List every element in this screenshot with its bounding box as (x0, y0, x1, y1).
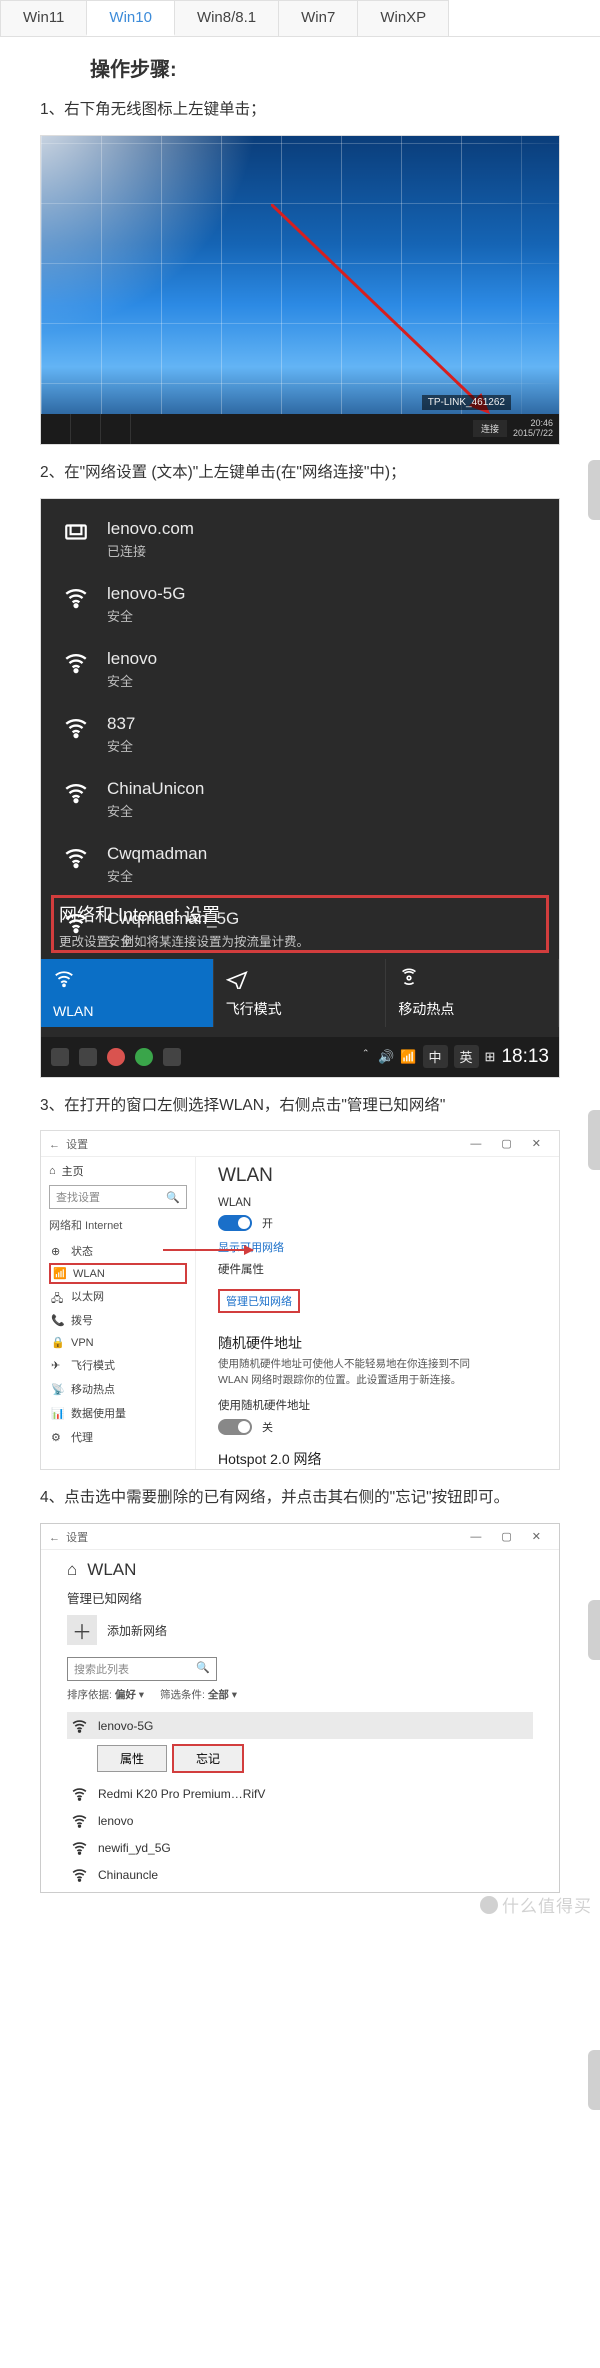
settings-home[interactable]: ⌂ 主页 (49, 1163, 187, 1179)
side-item-8[interactable]: ⚙代理 (49, 1425, 187, 1449)
side-icon: 📡 (51, 1383, 64, 1396)
tab-win10[interactable]: Win10 (86, 0, 175, 36)
figure-1-desktop: TP-LINK_461262 连接 20:46 2015/7/22 (40, 135, 560, 445)
side-item-3[interactable]: 📞拨号 (49, 1308, 187, 1332)
wifi-icon (63, 649, 89, 675)
wifi-icon (63, 844, 89, 870)
link-manage-known-networks[interactable]: 管理已知网络 (218, 1289, 300, 1313)
add-network-button[interactable]: ＋添加新网络 (67, 1615, 533, 1645)
known-network-1[interactable]: Redmi K20 Pro Premium…RifV (67, 1780, 533, 1807)
wifi-icon (71, 1839, 88, 1856)
side-item-1[interactable]: 📶WLAN (49, 1263, 187, 1284)
side-item-6[interactable]: 📡移动热点 (49, 1377, 187, 1401)
side-item-7[interactable]: 📊数据使用量 (49, 1401, 187, 1425)
tray-tooltip: TP-LINK_461262 (422, 395, 511, 410)
network-lenovo[interactable]: lenovo安全 (41, 637, 559, 702)
side-icon: 📶 (53, 1267, 66, 1280)
figure-2-network-flyout: lenovo.com已连接lenovo-5G安全lenovo安全837安全Chi… (40, 498, 560, 1078)
wifi-icon (71, 1717, 88, 1734)
settings-category: 网络和 Internet (49, 1217, 187, 1233)
known-networks-search[interactable]: 搜索此列表🔍 (67, 1657, 217, 1681)
wifi-icon (71, 1866, 88, 1883)
side-item-5[interactable]: ✈飞行模式 (49, 1353, 187, 1377)
window-controls[interactable]: —▢✕ (460, 1530, 551, 1543)
side-icon: ✈ (51, 1359, 64, 1372)
network-lenovo.com[interactable]: lenovo.com已连接 (41, 499, 559, 572)
wifi-icon (71, 1812, 88, 1829)
tray-clock[interactable]: 20:46 2015/7/22 (513, 419, 553, 439)
figure-4-known-networks: ← 设置 —▢✕ ⌂ WLAN 管理已知网络 ＋添加新网络 搜索此列表🔍 排序依… (40, 1523, 560, 1893)
network-837[interactable]: 837安全 (41, 702, 559, 767)
side-icon: ⊕ (51, 1245, 64, 1258)
known-network-4[interactable]: Chinauncle (67, 1861, 533, 1888)
side-icon: 🔒 (51, 1336, 64, 1349)
step-1-text: 1、右下角无线图标上左键单击； (40, 98, 560, 123)
tab-win7[interactable]: Win7 (278, 0, 358, 36)
tab-winxp[interactable]: WinXP (357, 0, 449, 36)
side-item-4[interactable]: 🔒VPN (49, 1332, 187, 1353)
ethernet-icon (63, 519, 89, 545)
scroll-handle[interactable] (588, 460, 600, 520)
side-icon: 📞 (51, 1314, 64, 1327)
quick-hotspot-button[interactable]: 移动热点 (386, 959, 559, 1027)
random-mac-heading: 随机硬件地址 (218, 1333, 537, 1353)
quick-airplane-button[interactable]: 飞行模式 (214, 959, 387, 1027)
tab-win11[interactable]: Win11 (0, 0, 87, 36)
scroll-handle[interactable] (588, 1110, 600, 1170)
tray-status[interactable]: 连接 (473, 420, 507, 437)
settings-search[interactable]: 查找设置🔍 (49, 1185, 187, 1209)
wlan-heading: WLAN (218, 1165, 537, 1187)
taskbar-left (51, 1048, 181, 1066)
hotspot20-heading: Hotspot 2.0 网络 (218, 1449, 537, 1469)
window-controls[interactable]: —▢✕ (460, 1137, 551, 1150)
network-chinaunicon[interactable]: ChinaUnicon安全 (41, 767, 559, 832)
tray-time[interactable]: 18:13 (501, 1046, 549, 1068)
side-item-0[interactable]: ⊕状态 (49, 1239, 187, 1263)
known-networks-filters[interactable]: 排序依据: 偏好 ▾ 筛选条件: 全部 ▾ (67, 1687, 533, 1702)
side-icon: 🖧 (51, 1290, 64, 1303)
random-mac-toggle[interactable]: 关 (218, 1419, 537, 1435)
known-network-2[interactable]: lenovo (67, 1807, 533, 1834)
step-4-text: 4、点击选中需要删除的已有网络，并点击其右侧的"忘记"按钮即可。 (40, 1486, 560, 1511)
known-network-3[interactable]: newifi_yd_5G (67, 1834, 533, 1861)
watermark: 什么值得买 (480, 1892, 592, 1917)
scroll-handle[interactable] (588, 1600, 600, 1660)
known-network-forget-button[interactable]: 忘记 (173, 1745, 243, 1772)
side-item-2[interactable]: 🖧以太网 (49, 1284, 187, 1308)
wlan-toggle[interactable]: 开 (218, 1215, 537, 1231)
side-icon: ⚙ (51, 1431, 64, 1444)
wifi-icon (63, 714, 89, 740)
content: 操作步骤: 1、右下角无线图标上左键单击； TP-LINK_461262 连接 … (0, 37, 600, 1923)
os-tabs: Win11 Win10 Win8/8.1 Win7 WinXP (0, 0, 600, 37)
network-settings-link[interactable]: 网络和 Internet 设置 更改设置，例如将某连接设置为按流量计费。 (41, 893, 559, 956)
step-2-text: 2、在"网络设置 (文本)"上左键单击(在"网络连接"中)； (40, 461, 560, 486)
step-3-text: 3、在打开的窗口左侧选择WLAN，右侧点击"管理已知网络" (40, 1094, 560, 1119)
scroll-handle[interactable] (588, 2050, 600, 2110)
side-icon: 📊 (51, 1407, 64, 1420)
steps-title: 操作步骤: (90, 53, 560, 82)
network-cwqmadman[interactable]: Cwqmadman安全 (41, 832, 559, 897)
wlan-breadcrumb[interactable]: ⌂ WLAN (67, 1560, 533, 1580)
network-lenovo-5g[interactable]: lenovo-5G安全 (41, 572, 559, 637)
taskbar-right-icons: ＾🔊 📶 中 英 ⊞ 18:13 (359, 1045, 549, 1068)
known-networks-heading: 管理已知网络 (67, 1588, 533, 1607)
known-network-0[interactable]: lenovo-5G (67, 1712, 533, 1739)
known-network-properties-button[interactable]: 属性 (97, 1745, 167, 1772)
wifi-icon (63, 584, 89, 610)
highlight-arrow (163, 1249, 253, 1251)
link-show-networks[interactable]: 显示可用网络 (218, 1239, 537, 1255)
wifi-icon (71, 1785, 88, 1802)
figure-3-settings-wlan: ← 设置 —▢✕ ⌂ 主页 查找设置🔍 网络和 Internet ⊕状态📶WLA… (40, 1130, 560, 1470)
wifi-icon (63, 779, 89, 805)
quick-wlan-button[interactable]: WLAN (41, 959, 214, 1027)
tab-win81[interactable]: Win8/8.1 (174, 0, 279, 36)
